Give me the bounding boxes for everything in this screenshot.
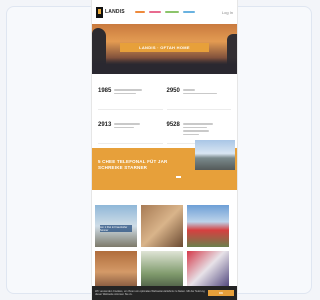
login-link[interactable]: Log In [222, 10, 233, 15]
nav-item-3[interactable] [164, 11, 179, 13]
photo-gallery: Am 1 Flut in Fraunhofer Sonner [92, 205, 232, 293]
stat-item: 2913 [98, 114, 163, 144]
nav-item-2[interactable] [148, 11, 161, 13]
stat-description [114, 122, 141, 128]
hero-title: LANDIS · OFTAH HOME [120, 43, 209, 52]
stat-value: 1985 [98, 88, 112, 94]
hero-image: LANDIS · OFTAH HOME [92, 24, 237, 74]
promo-image [195, 140, 235, 170]
promo-banner[interactable]: 5 CHEE TELEFONAL FÜT JAR SCHREIKE STARNE… [92, 140, 237, 190]
gallery-tile[interactable] [187, 205, 229, 247]
cookie-accept-button[interactable]: OK [208, 290, 234, 296]
nav-item-4[interactable] [182, 11, 195, 13]
promo-indicator [176, 176, 181, 178]
stat-description [182, 122, 213, 135]
cookie-banner: Wir verwenden Cookies, um Ihnen ein opti… [92, 286, 237, 300]
logo-text: LANDIS [105, 9, 125, 15]
stat-value: 2913 [98, 122, 112, 128]
stat-item: 2950 [166, 80, 231, 110]
stat-item: 1985 [98, 80, 163, 110]
stat-description [182, 88, 217, 94]
stat-description [114, 88, 143, 94]
stats-grid: 1985 2950 2913 9528 [92, 74, 237, 144]
city-silhouette [92, 58, 237, 74]
promo-title: 5 CHEE TELEFONAL FÜT JAR SCHREIKE STARNE… [98, 159, 168, 170]
stat-value: 2950 [166, 88, 180, 94]
gallery-tile[interactable]: Am 1 Flut in Fraunhofer Sonner [95, 205, 137, 247]
logo-icon [96, 6, 103, 18]
stat-value: 9528 [166, 122, 180, 128]
main-nav [134, 11, 195, 13]
tile-caption: Am 1 Flut in Fraunhofer Sonner [100, 225, 132, 232]
cookie-text: Wir verwenden Cookies, um Ihnen ein opti… [95, 289, 205, 296]
site-logo[interactable]: LANDIS [96, 6, 125, 18]
gallery-tile[interactable] [141, 205, 183, 247]
nav-item-1[interactable] [134, 11, 145, 13]
site-header: LANDIS Log In [92, 0, 237, 24]
mobile-page: LANDIS Log In LANDIS · OFTAH HOME 1985 2… [92, 0, 237, 300]
